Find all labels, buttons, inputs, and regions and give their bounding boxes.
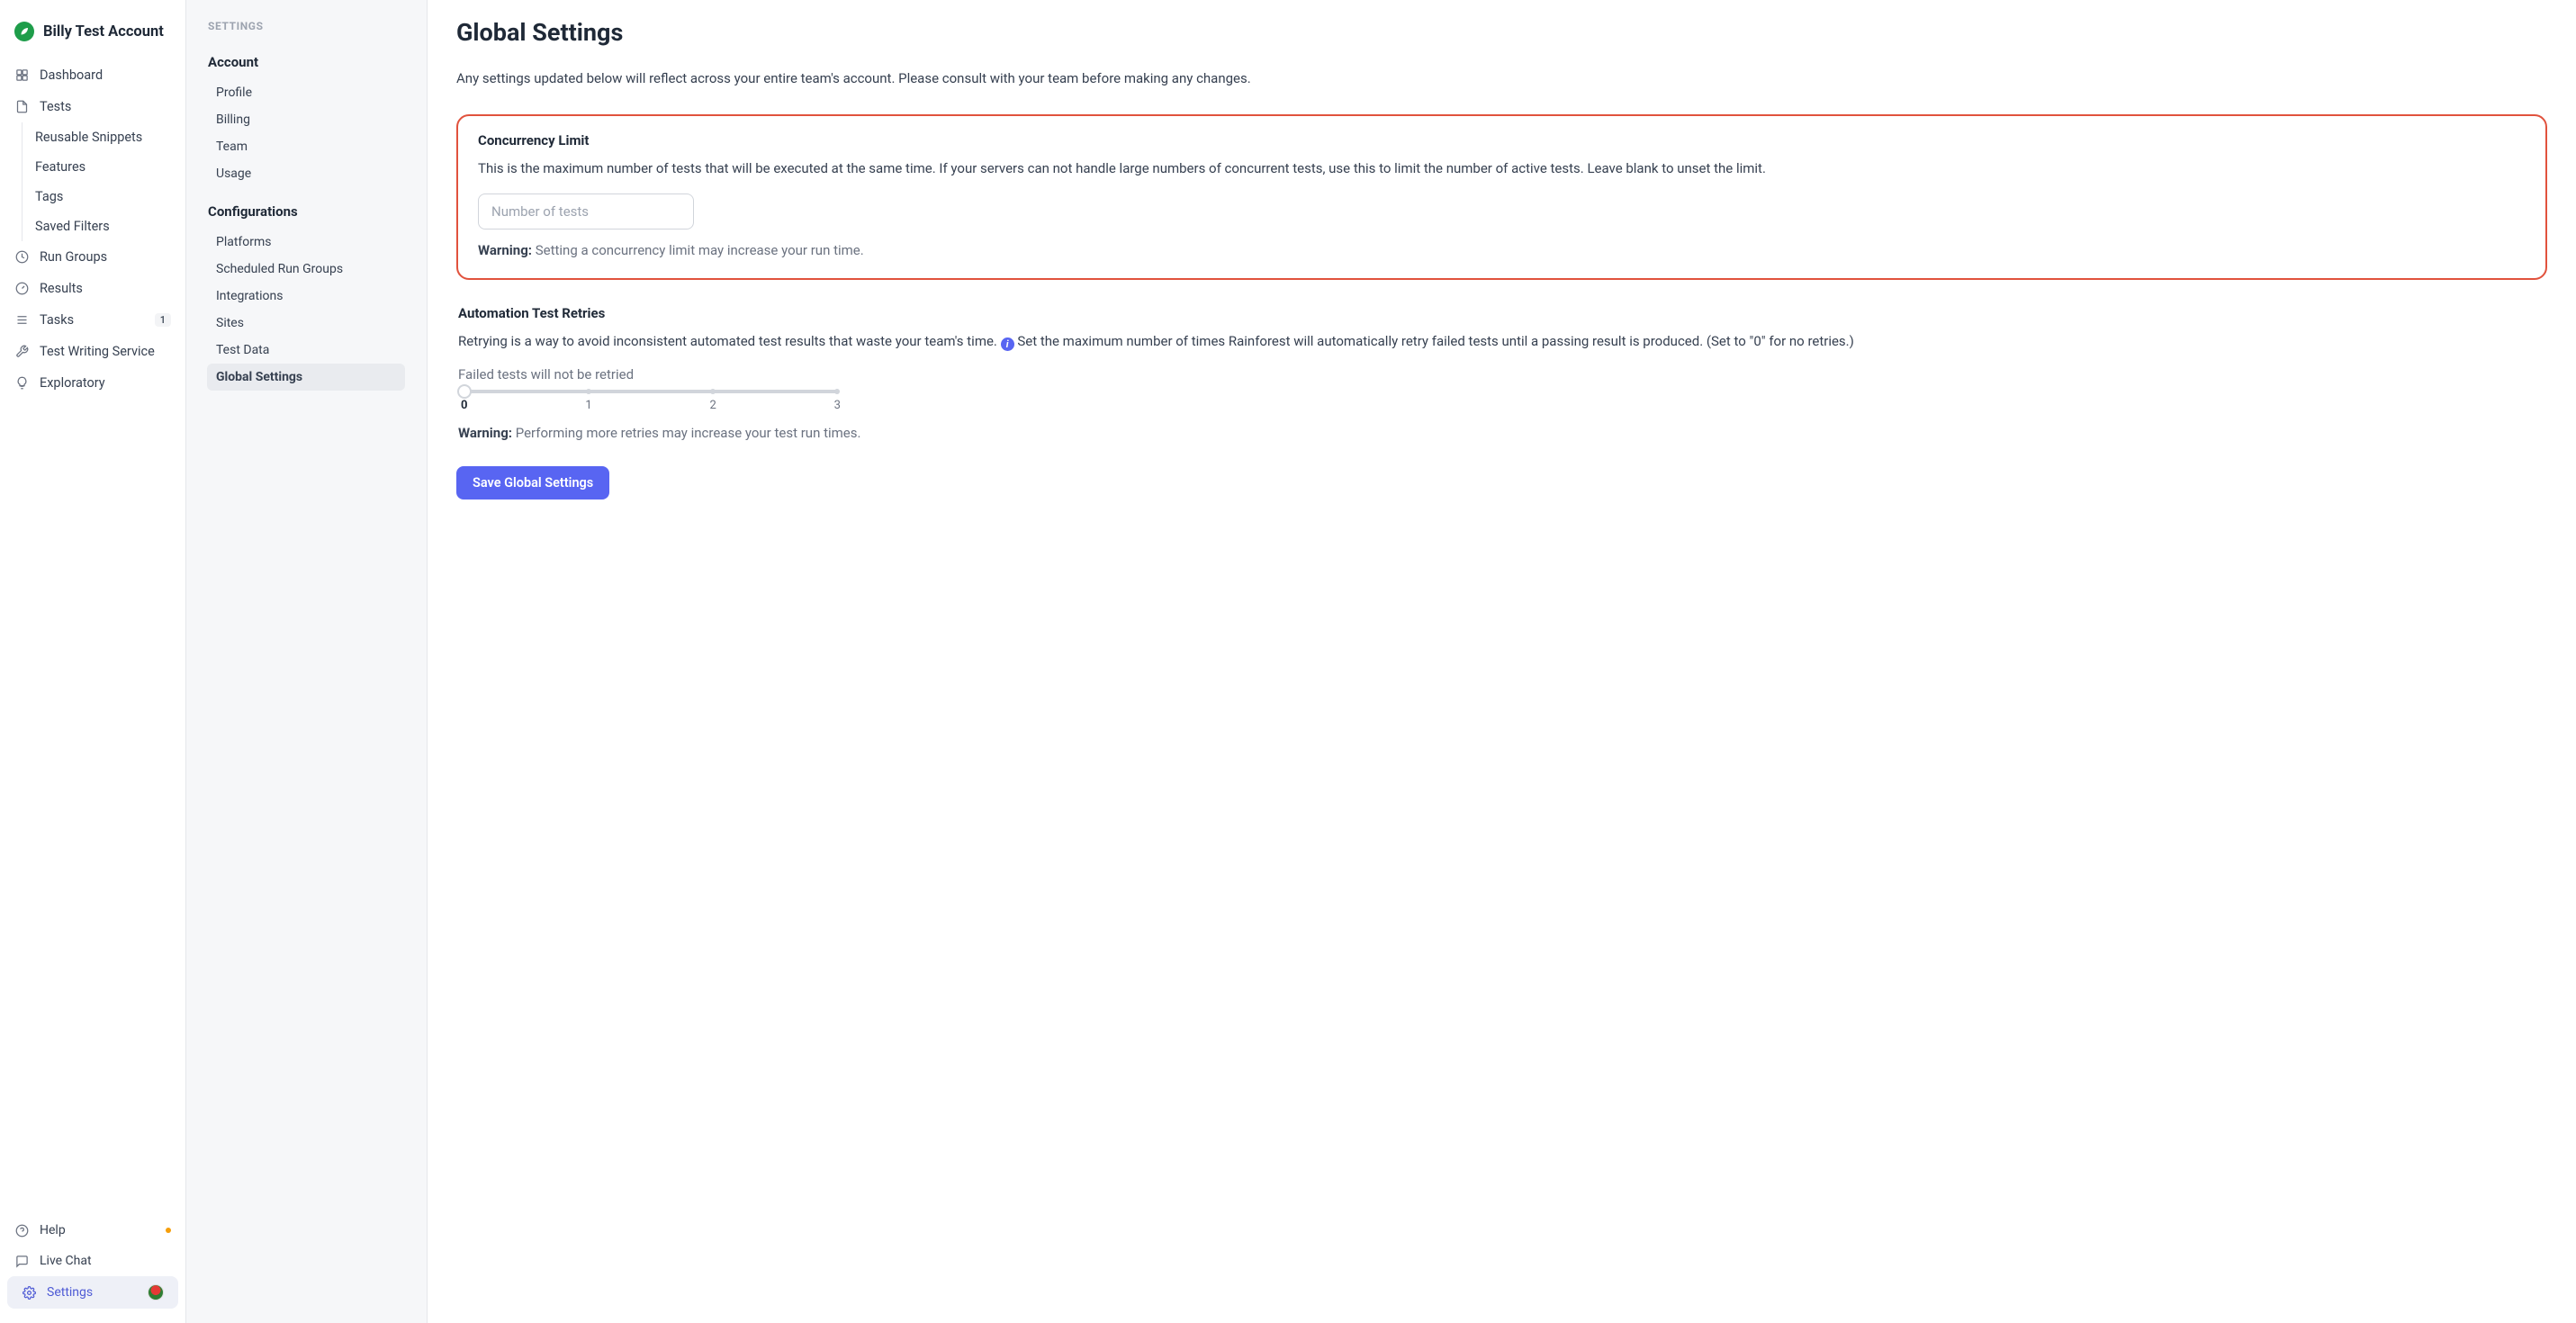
grid-icon [14,68,29,83]
settings-team[interactable]: Team [207,133,405,160]
clock-icon [14,250,29,265]
retries-warning: Warning: Performing more retries may inc… [458,425,2545,441]
settings-integrations[interactable]: Integrations [207,283,405,310]
settings-sidebar: SETTINGS Account Profile Billing Team Us… [186,0,428,1323]
leaf-icon [14,22,34,41]
nav-results[interactable]: Results [0,273,185,304]
nav-saved-filters[interactable]: Saved Filters [22,212,185,241]
nav-label: Reusable Snippets [35,130,171,145]
settings-sites[interactable]: Sites [207,310,405,337]
nav-exploratory[interactable]: Exploratory [0,367,185,399]
warning-text: Setting a concurrency limit may increase… [532,242,864,258]
nav-run-groups[interactable]: Run Groups [0,241,185,273]
info-icon[interactable]: i [1001,338,1014,351]
page-title: Global Settings [456,18,2547,47]
question-icon [14,1223,29,1238]
group-account-title: Account [208,54,405,70]
nav-reusable-snippets[interactable]: Reusable Snippets [22,122,185,152]
settings-platforms[interactable]: Platforms [207,229,405,256]
gauge-icon [14,282,29,296]
nav-label: Tests [40,99,171,114]
concurrency-input[interactable] [478,194,694,230]
tools-icon [14,345,29,359]
slider-tick [710,389,716,394]
slider-labels: 0 1 2 3 [461,399,841,412]
warning-label: Warning: [478,242,532,258]
retries-desc: Retrying is a way to avoid inconsistent … [458,330,2545,352]
slider-thumb[interactable] [457,384,472,399]
settings-scheduled-run-groups[interactable]: Scheduled Run Groups [207,256,405,283]
slider-label-0: 0 [461,399,467,412]
nav-tags[interactable]: Tags [22,182,185,212]
nav-label: Test Writing Service [40,344,171,359]
retry-status: Failed tests will not be retried [458,366,2545,382]
nav-label: Saved Filters [35,219,171,234]
nav-label: Live Chat [40,1254,171,1268]
nav-tests-sub: Reusable Snippets Features Tags Saved Fi… [0,122,185,241]
nav-label: Features [35,159,171,175]
nav-label: Tasks [40,312,144,328]
settings-heading: SETTINGS [208,20,405,32]
list-icon [14,313,29,328]
settings-profile[interactable]: Profile [207,79,405,106]
nav-dashboard[interactable]: Dashboard [0,59,185,91]
nav-settings[interactable]: Settings [7,1276,178,1309]
concurrency-limit-card: Concurrency Limit This is the maximum nu… [456,114,2547,280]
retries-desc-part1: Retrying is a way to avoid inconsistent … [458,333,1001,349]
lightbulb-icon [14,376,29,391]
slider-label-3: 3 [834,399,841,412]
primary-nav: Dashboard Tests Reusable Snippets Featur… [0,59,185,1208]
tasks-badge: 1 [155,313,171,327]
primary-nav-footer: Help Live Chat Settings [0,1208,185,1309]
nav-label: Dashboard [40,68,171,83]
nav-label: Help [40,1223,149,1238]
user-avatar[interactable] [148,1284,164,1300]
nav-features[interactable]: Features [22,152,185,182]
slider-track [464,390,837,393]
slider-label-2: 2 [710,399,716,412]
slider-label-1: 1 [585,399,591,412]
nav-label: Exploratory [40,375,171,391]
retries-section: Automation Test Retries Retrying is a wa… [456,305,2547,441]
account-name: Billy Test Account [43,23,164,40]
settings-global-settings[interactable]: Global Settings [207,364,405,391]
settings-billing[interactable]: Billing [207,106,405,133]
concurrency-title: Concurrency Limit [478,132,2526,148]
nav-test-writing-service[interactable]: Test Writing Service [0,336,185,367]
warning-label: Warning: [458,425,512,441]
chat-icon [14,1254,29,1268]
retries-title: Automation Test Retries [458,305,2545,321]
primary-sidebar: Billy Test Account Dashboard Tests Reusa… [0,0,186,1323]
nav-label: Tags [35,189,171,204]
document-icon [14,100,29,114]
concurrency-warning: Warning: Setting a concurrency limit may… [478,242,2526,258]
slider-tick [834,389,840,394]
concurrency-desc: This is the maximum number of tests that… [478,158,2526,179]
retries-desc-part2: Set the maximum number of times Rainfore… [1014,333,1854,349]
group-configurations-title: Configurations [208,203,405,220]
main-content: Global Settings Any settings updated bel… [428,0,2576,1323]
nav-tests[interactable]: Tests [0,91,185,122]
brand[interactable]: Billy Test Account [0,14,185,59]
nav-help[interactable]: Help [0,1215,185,1246]
settings-usage[interactable]: Usage [207,160,405,187]
nav-live-chat[interactable]: Live Chat [0,1246,185,1276]
page-description: Any settings updated below will reflect … [456,68,2547,89]
slider-tick [586,389,591,394]
warning-text: Performing more retries may increase you… [512,425,860,441]
nav-label: Run Groups [40,249,171,265]
retries-slider[interactable]: 0 1 2 3 [458,390,843,412]
nav-label: Results [40,281,171,296]
nav-tasks[interactable]: Tasks 1 [0,304,185,336]
nav-label: Settings [47,1285,137,1300]
save-global-settings-button[interactable]: Save Global Settings [456,466,609,500]
settings-test-data[interactable]: Test Data [207,337,405,364]
gear-icon [22,1285,36,1300]
notification-dot-icon [166,1228,171,1233]
